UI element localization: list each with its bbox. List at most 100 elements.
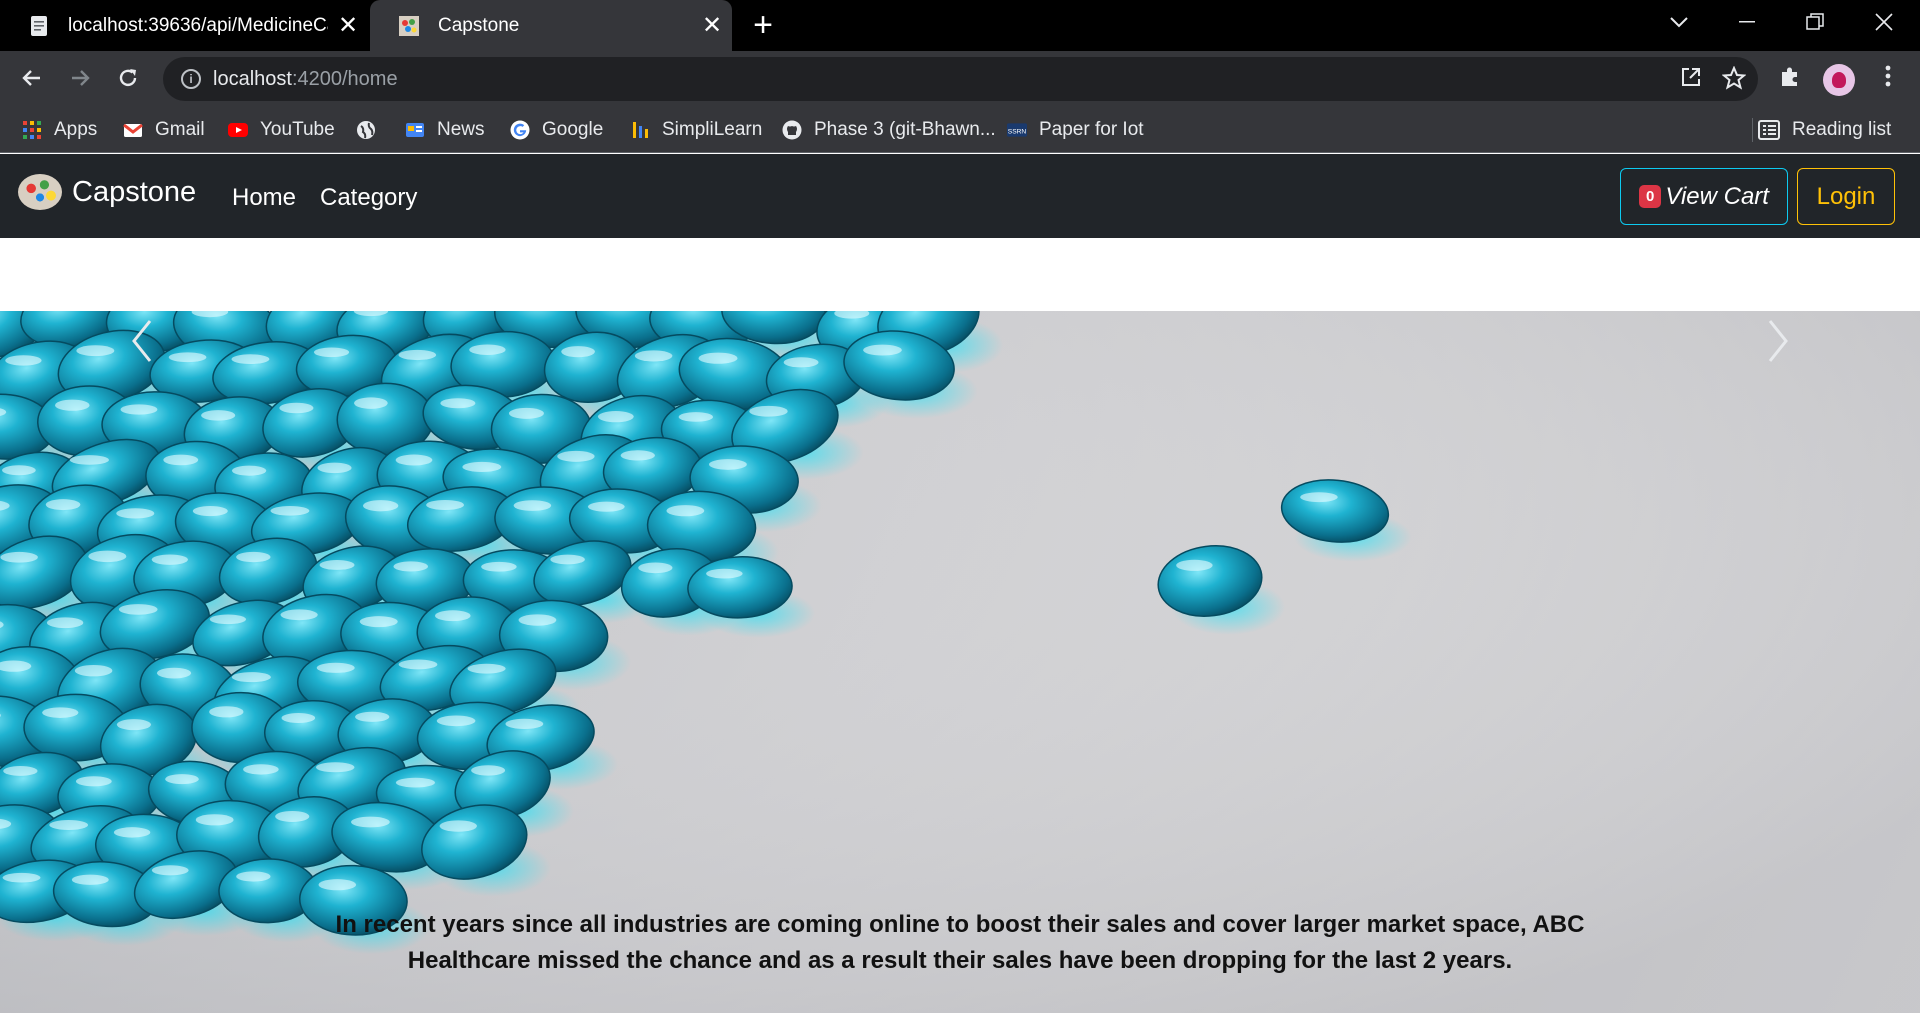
capstone-favicon-icon <box>399 15 419 36</box>
capsule-highlight <box>195 814 234 826</box>
bookmark-paper[interactable]: SSRN Paper for Iot <box>1007 106 1144 153</box>
capsule-highlight <box>513 500 552 511</box>
bookmark-globe[interactable] <box>356 106 388 153</box>
brand-name: Capstone <box>72 175 197 208</box>
capsule-highlight <box>395 777 435 788</box>
capsule-highlight <box>74 664 113 677</box>
close-window-icon[interactable] <box>1855 0 1913 44</box>
capsule-highlight <box>561 346 595 358</box>
bookmark-star-icon[interactable] <box>1721 65 1747 92</box>
capsule-highlight <box>2 872 41 883</box>
view-cart-label: View Cart <box>1665 182 1769 210</box>
brand-link[interactable]: Capstone <box>18 174 196 210</box>
capsule-highlight <box>315 762 355 773</box>
extensions-puzzle-icon[interactable] <box>1776 65 1804 93</box>
capsule-highlight <box>5 355 42 366</box>
capsule-highlight <box>467 663 506 674</box>
restore-icon[interactable] <box>1786 0 1844 44</box>
google-icon <box>510 120 530 139</box>
carousel-caption: In recent years since all industries are… <box>335 911 1585 974</box>
capsule-highlight <box>165 774 199 785</box>
browser-tab-api[interactable]: localhost:39636/api/MedicineCategory ✕ <box>0 0 368 51</box>
bookmark-youtube[interactable]: YouTube <box>228 106 335 153</box>
bookmark-github[interactable]: Phase 3 (git-Bhawn... <box>782 106 996 153</box>
capsule-highlight <box>749 405 788 417</box>
capsule-highlight <box>440 398 476 409</box>
bookmarks-bar: Apps Gmail YouTube News Google SimpliLea… <box>0 106 1920 153</box>
bookmark-news[interactable]: News <box>405 106 485 153</box>
capsule-highlight <box>3 766 38 776</box>
svg-text:SSRN: SSRN <box>1008 128 1027 135</box>
capsule-highlight <box>116 719 151 731</box>
reading-list-icon <box>1758 119 1780 140</box>
open-in-app-icon[interactable] <box>1678 66 1704 92</box>
bookmark-gmail[interactable]: Gmail <box>123 106 205 153</box>
capsule-highlight <box>163 454 199 466</box>
tab-title: Capstone <box>438 14 520 36</box>
close-tab-icon[interactable]: ✕ <box>692 11 732 40</box>
bookmark-apps[interactable]: Apps <box>22 106 97 153</box>
site-info-icon[interactable]: i <box>181 69 201 89</box>
bookmark-simplilearn[interactable]: SimpliLearn <box>630 106 762 153</box>
capsule-highlight <box>863 344 902 356</box>
capsule-highlight <box>209 706 244 718</box>
reading-list-button[interactable]: Reading list <box>1758 106 1891 153</box>
site-navbar: Capstone Home Category 0 View Cart Login <box>0 154 1920 238</box>
capsule-highlight <box>270 506 310 516</box>
capsule-highlight <box>359 616 398 628</box>
capsule-highlight <box>192 505 228 517</box>
capsule-highlight <box>481 561 517 572</box>
capsule-highlight <box>1300 492 1338 503</box>
bookmark-google[interactable]: Google <box>510 106 603 153</box>
capsule-highlight <box>313 347 350 358</box>
github-icon <box>782 120 802 139</box>
back-arrow-icon[interactable] <box>14 60 50 96</box>
url-text[interactable]: localhost:4200/home <box>213 68 398 91</box>
capsule-highlight <box>318 879 357 891</box>
address-bar[interactable]: i localhost:4200/home <box>163 57 1758 101</box>
capsule-highlight <box>1176 559 1213 571</box>
capsule-highlight <box>88 550 127 563</box>
capsule-highlight <box>783 357 819 368</box>
capsule-highlight <box>436 715 476 727</box>
capsule-highlight <box>620 450 655 461</box>
capsule-highlight <box>236 551 271 563</box>
capsule-highlight <box>316 662 355 673</box>
tab-search-chevron-icon[interactable] <box>1650 0 1708 44</box>
view-cart-button[interactable]: 0 View Cart <box>1620 168 1788 225</box>
carousel-next-icon[interactable] <box>1758 311 1798 371</box>
simplilearn-icon <box>633 121 648 138</box>
capsule-highlight <box>597 411 634 423</box>
apps-grid-icon <box>23 120 41 139</box>
login-button[interactable]: Login <box>1797 168 1895 225</box>
capsule-highlight <box>209 614 247 625</box>
bookmarks-divider <box>1752 118 1753 142</box>
browser-tab-capstone[interactable]: Capstone ✕ <box>370 0 732 51</box>
capsule-highlight <box>116 508 155 519</box>
close-tab-icon[interactable]: ✕ <box>328 11 368 40</box>
capsule-highlight <box>231 672 271 683</box>
forward-arrow-icon[interactable] <box>62 60 98 96</box>
capsule-highlight <box>151 865 189 876</box>
capsule-highlight <box>398 349 437 361</box>
carousel-prev-icon[interactable] <box>122 311 162 371</box>
profile-avatar[interactable] <box>1823 64 1855 96</box>
capsule-highlight <box>279 402 314 414</box>
nav-home-link[interactable]: Home <box>232 184 296 212</box>
capsule-highlight <box>201 410 236 421</box>
new-tab-icon[interactable]: + <box>748 7 778 43</box>
capsule-highlight <box>434 610 471 622</box>
capsule-highlight <box>317 462 352 474</box>
capsule-highlight <box>557 450 595 462</box>
capsule-highlight <box>698 352 738 364</box>
page-content: Capstone Home Category 0 View Cart Login <box>0 154 1920 1013</box>
nav-category-link[interactable]: Category <box>320 184 417 212</box>
reload-icon[interactable] <box>110 60 146 96</box>
cart-count-badge: 0 <box>1639 185 1662 208</box>
more-menu-icon[interactable] <box>1874 65 1902 93</box>
capsule-highlight <box>71 874 109 885</box>
capsule-highlight <box>319 560 355 570</box>
tab-title: localhost:39636/api/MedicineCategory <box>68 14 328 36</box>
minimize-icon[interactable] <box>1718 0 1776 44</box>
capsule-highlight <box>350 816 390 828</box>
